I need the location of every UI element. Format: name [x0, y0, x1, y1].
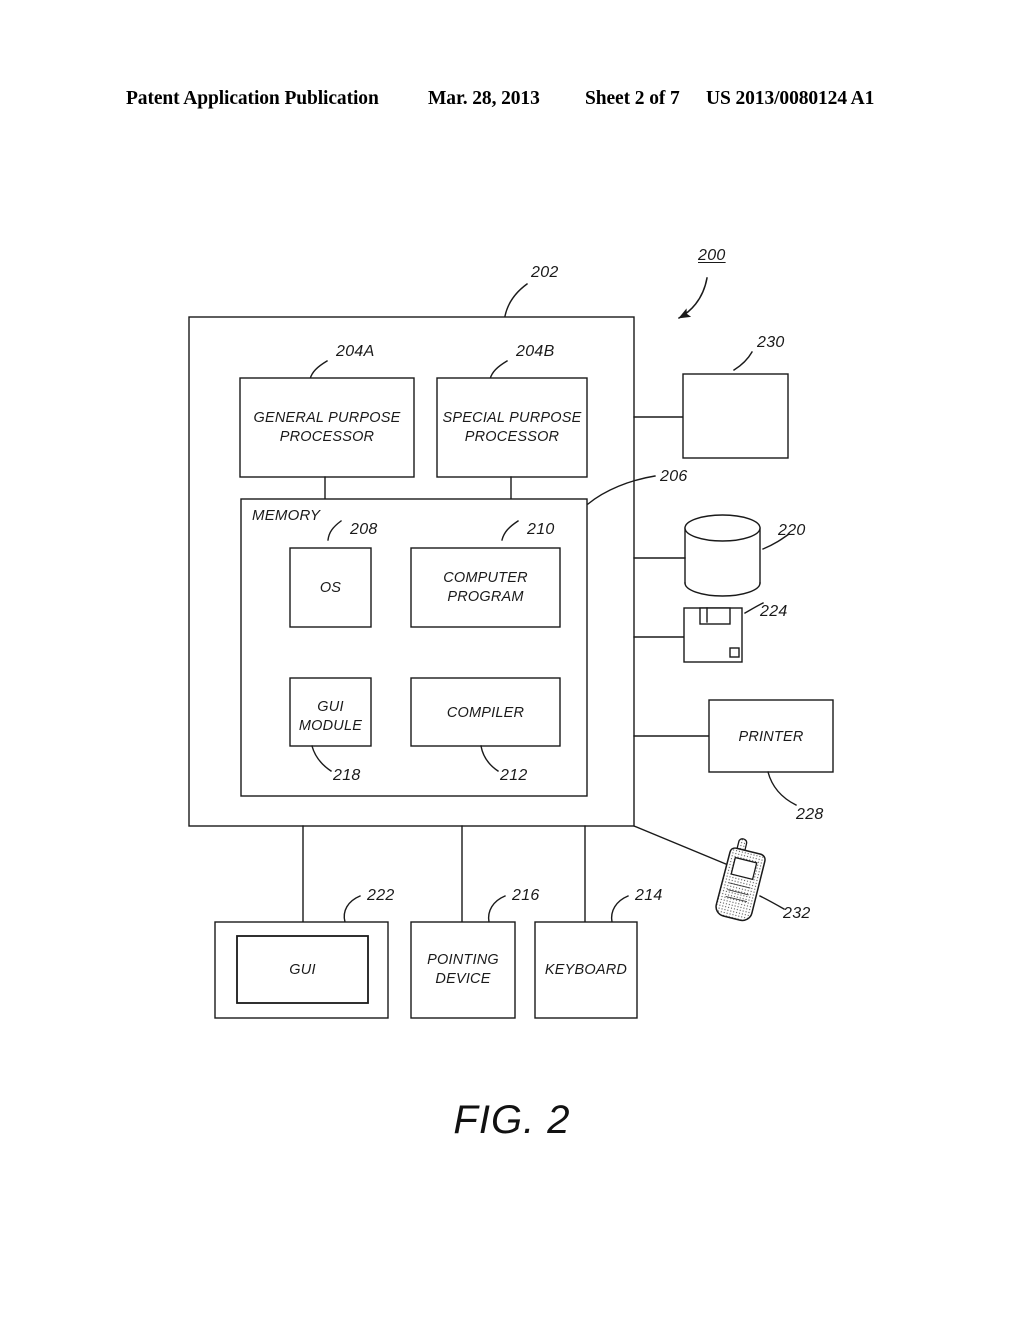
- memory-box-206: [240, 498, 588, 797]
- keyboard-label: KEYBOARD: [544, 962, 628, 978]
- special-purpose-processor-label: SPECIAL PURPOSE PROCESSOR: [442, 410, 582, 446]
- ref-label-216: 216: [512, 887, 540, 904]
- ref-216-leader: [487, 895, 506, 923]
- ref-label-210: 210: [527, 521, 555, 538]
- ref-label-232: 232: [783, 905, 811, 922]
- ref-label-214: 214: [635, 887, 663, 904]
- ref-label-230: 230: [757, 334, 785, 351]
- gui-label: GUI: [289, 962, 316, 978]
- ref-label-206: 206: [660, 468, 688, 485]
- ref-label-228: 228: [796, 806, 824, 823]
- memory-label: MEMORY: [252, 507, 321, 524]
- peripheral-230-box: [682, 373, 789, 459]
- removable-media-224-tab: [729, 647, 740, 658]
- ref-label-222: 222: [367, 887, 395, 904]
- ref-228-leader: [767, 771, 797, 806]
- ref-230-leader: [733, 351, 753, 371]
- mobile-device-232: [715, 838, 766, 922]
- general-purpose-processor-label: GENERAL PURPOSE PROCESSOR: [253, 410, 401, 446]
- ref-label-212: 212: [500, 767, 528, 784]
- printer-label: PRINTER: [738, 729, 804, 745]
- ref-222-leader: [343, 895, 361, 923]
- computer-program-label: COMPUTER PROGRAM: [443, 570, 528, 606]
- ref-label-220: 220: [778, 522, 806, 539]
- gui-module-label: GUI MODULE: [298, 699, 363, 735]
- computer-202-leader: [504, 283, 528, 317]
- os-label: OS: [319, 580, 342, 596]
- system-200-leader: [677, 277, 708, 320]
- compiler-label: COMPILER: [446, 705, 525, 721]
- pointing-device-label: POINTING DEVICE: [427, 952, 499, 988]
- mobile-device-link: [633, 825, 734, 868]
- ref-label-208: 208: [350, 521, 378, 538]
- ref-label-204b: 204B: [516, 343, 555, 360]
- ref-214-leader: [610, 895, 629, 923]
- ref-label-200: 200: [698, 247, 726, 264]
- removable-media-224-shutter: [699, 607, 731, 625]
- storage-220-top: [684, 514, 761, 542]
- storage-220-bottom: [684, 582, 761, 597]
- ref-label-224: 224: [760, 603, 788, 620]
- ref-label-218: 218: [333, 767, 361, 784]
- ref-label-204a: 204A: [336, 343, 375, 360]
- ref-label-202: 202: [531, 264, 559, 281]
- figure-caption: FIG. 2: [453, 1098, 571, 1142]
- ref-232-leader: [759, 895, 785, 910]
